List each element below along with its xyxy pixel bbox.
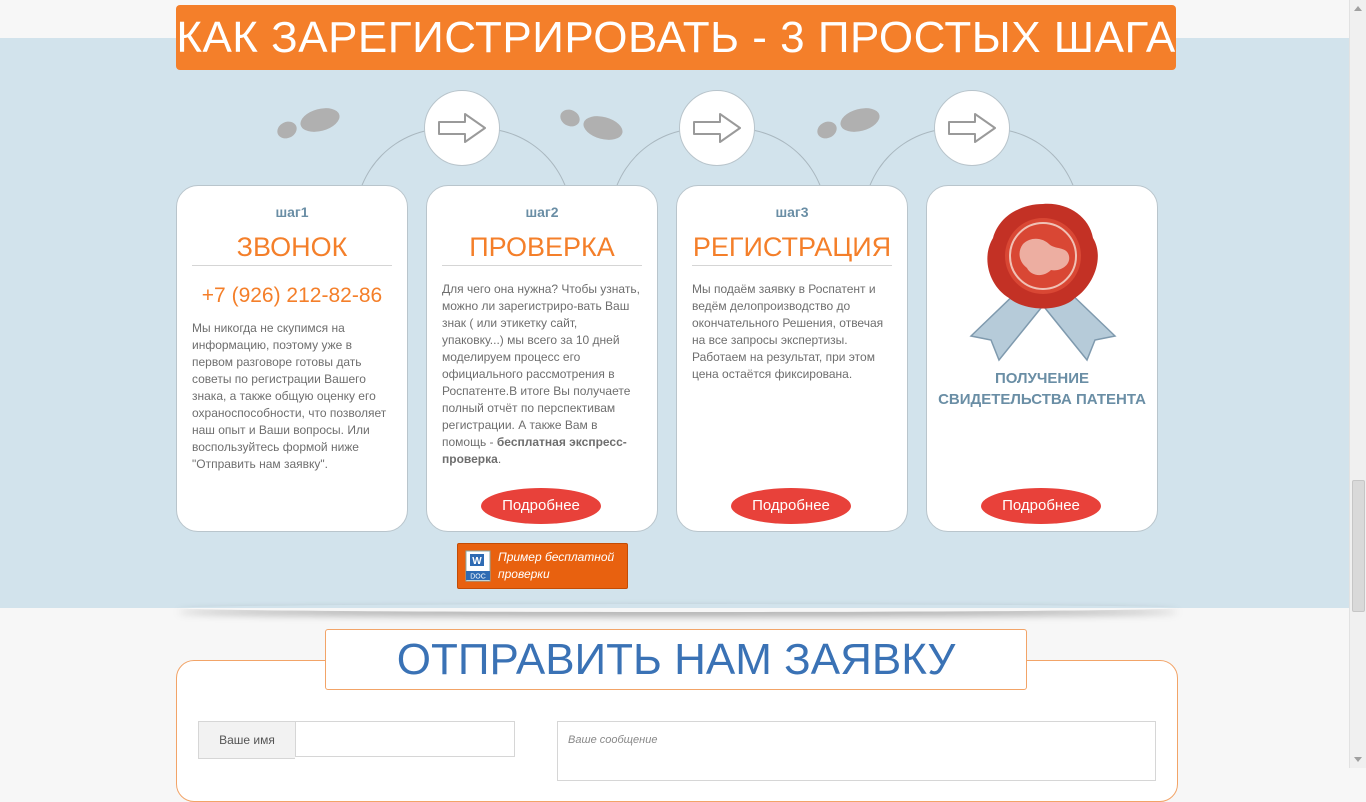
step-card-call: шаг1 ЗВОНОК +7 (926) 212-82-86 Мы никогд… (176, 185, 408, 532)
footprints-icon (277, 108, 340, 139)
step-title: РЕГИСТРАЦИЯ (692, 232, 892, 266)
step-label: шаг2 (525, 204, 559, 220)
page-headline: КАК ЗАРЕГИСТРИРОВАТЬ - 3 ПРОСТЫХ ШАГА (176, 5, 1176, 70)
step-card-registration: шаг3 РЕГИСТРАЦИЯ Мы подаём заявку в Росп… (676, 185, 908, 532)
scroll-up-icon[interactable] (1354, 6, 1362, 11)
arrow-right-icon (438, 113, 486, 143)
message-input[interactable]: Ваше сообщение (557, 721, 1156, 781)
word-doc-icon: W DOC (465, 550, 491, 582)
form-title: ОТПРАВИТЬ НАМ ЗАЯВКУ (325, 629, 1027, 690)
svg-text:W: W (472, 556, 482, 567)
section-shadow (178, 604, 1178, 612)
scrollbar-thumb[interactable] (1352, 480, 1365, 612)
arrow-right-icon (948, 113, 996, 143)
step-description: Мы подаём заявку в Роспатент и ведём дел… (692, 282, 884, 381)
step-description: Мы никогда не скупимся на информацию, по… (192, 321, 387, 471)
sample-check-label: Пример бесплатной проверки (498, 550, 615, 581)
svg-text:DOC: DOC (470, 574, 486, 581)
phone-number[interactable]: +7 (926) 212-82-86 (177, 284, 407, 308)
arrow-circle (424, 90, 500, 166)
step-title: ЗВОНОК (192, 232, 392, 266)
more-button[interactable]: Подробнее (481, 488, 601, 524)
more-button[interactable]: Подробнее (731, 488, 851, 524)
step-label: шаг1 (275, 204, 309, 220)
sample-check-download-button[interactable]: W DOC Пример бесплатной проверки (457, 543, 628, 589)
step-card-certificate: ПОЛУЧЕНИЕ СВИДЕТЕЛЬСТВА ПАТЕНТА Подробне… (926, 185, 1158, 532)
footprints-icon (817, 108, 880, 139)
step-card-check: шаг2 ПРОВЕРКА Для чего она нужна? Чтобы … (426, 185, 658, 532)
certificate-title: ПОЛУЧЕНИЕ СВИДЕТЕЛЬСТВА ПАТЕНТА (938, 370, 1146, 408)
step-title: ПРОВЕРКА (442, 232, 642, 266)
arrow-circle (679, 90, 755, 166)
name-input[interactable] (295, 721, 515, 757)
step-description: Для чего она нужна? Чтобы узнать, можно … (442, 282, 640, 466)
name-field-label: Ваше имя (198, 721, 295, 759)
footprints-icon (560, 109, 623, 140)
more-button[interactable]: Подробнее (981, 488, 1101, 524)
page-scrollbar[interactable] (1349, 0, 1366, 768)
arrow-circle (934, 90, 1010, 166)
step-label: шаг3 (775, 204, 809, 220)
arrow-right-icon (693, 113, 741, 143)
seal-ribbon-icon (969, 203, 1117, 362)
scroll-down-icon[interactable] (1354, 757, 1362, 762)
